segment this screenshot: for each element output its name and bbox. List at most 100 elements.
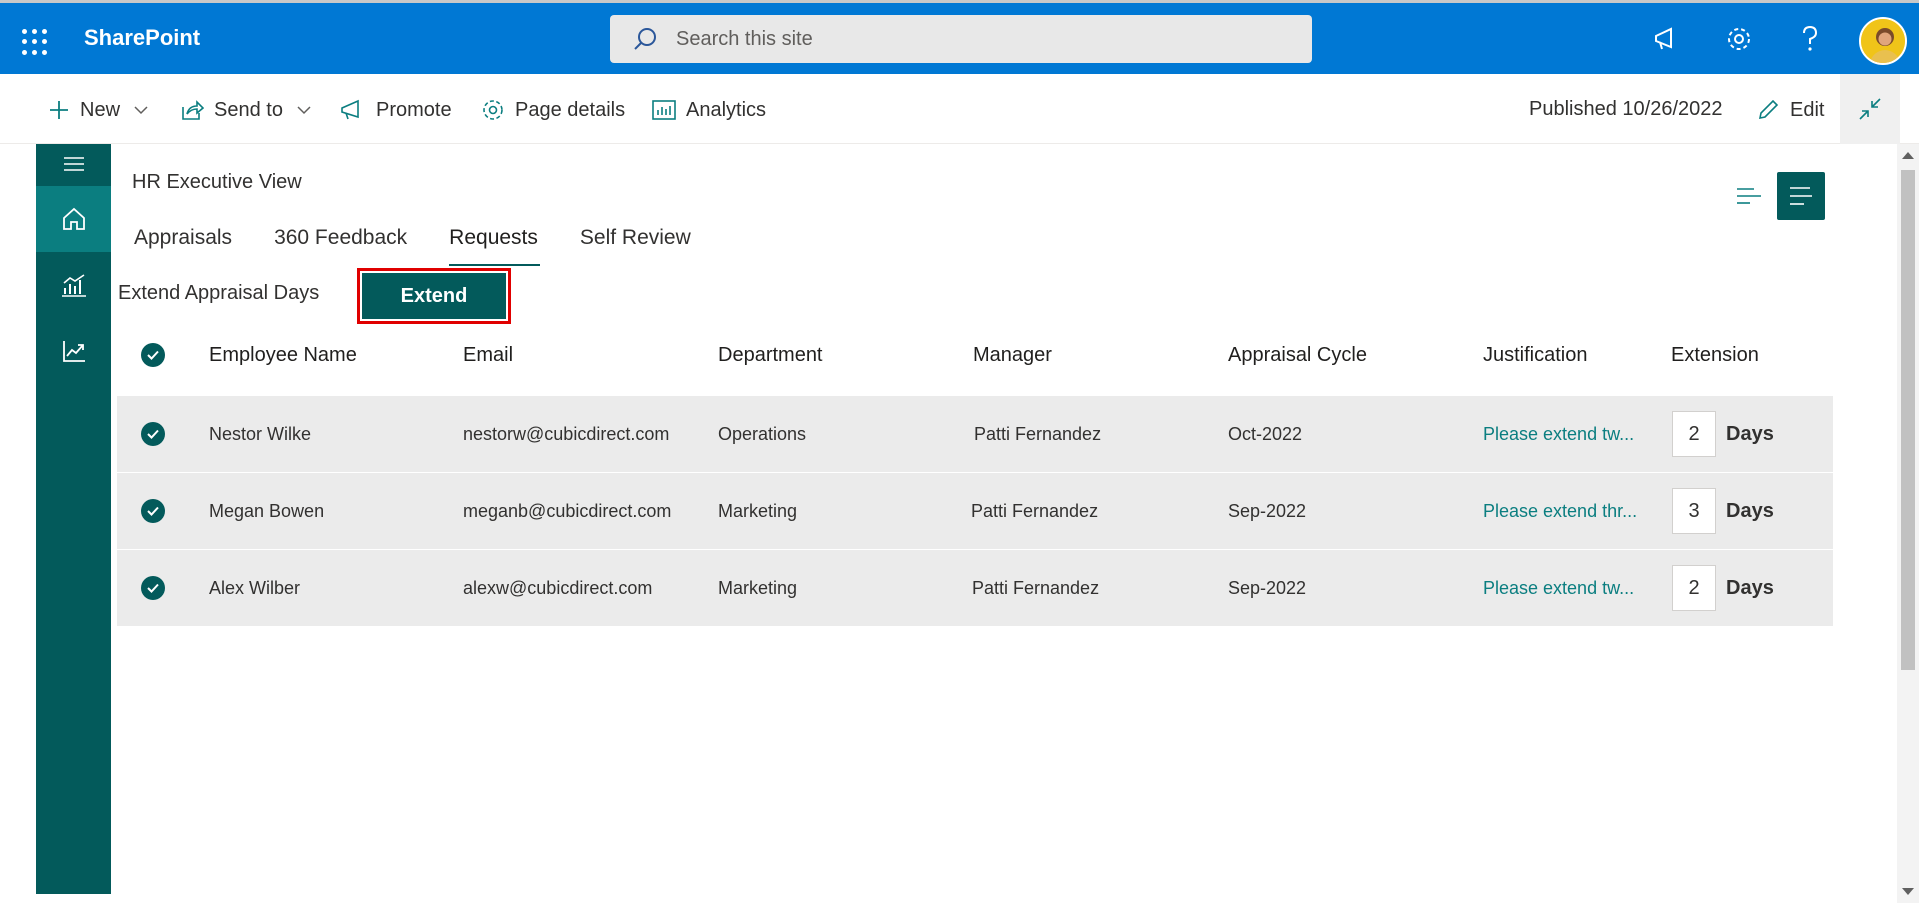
collapse-icon <box>1859 98 1881 120</box>
rail-menu-button[interactable] <box>36 144 111 184</box>
checkmark-icon <box>147 350 159 360</box>
gear-icon <box>483 100 503 120</box>
share-icon <box>182 100 204 120</box>
employee-manager: Patti Fernandez <box>971 500 1099 521</box>
page-details-button[interactable]: Page details <box>481 96 625 124</box>
employee-department: Marketing <box>718 500 798 521</box>
chevron-down-icon <box>134 106 148 115</box>
employee-department: Marketing <box>718 577 798 598</box>
extension-days-input[interactable] <box>1672 565 1716 611</box>
extend-button[interactable]: Extend <box>362 273 506 319</box>
user-avatar[interactable] <box>1859 17 1907 65</box>
appraisal-cycle: Sep-2022 <box>1228 577 1307 598</box>
table-row[interactable]: Megan Bowen meganb@cubicdirect.com Marke… <box>117 473 1833 550</box>
trend-line-icon <box>62 341 85 362</box>
table-row[interactable]: Alex Wilber alexw@cubicdirect.com Market… <box>117 550 1833 627</box>
home-icon <box>62 207 85 230</box>
tab-360-feedback[interactable]: 360 Feedback <box>274 226 407 266</box>
header-appraisal-cycle[interactable]: Appraisal Cycle <box>1228 344 1367 367</box>
table-row[interactable]: Nestor Wilke nestorw@cubicdirect.com Ope… <box>117 396 1833 473</box>
scroll-up-arrow-icon[interactable] <box>1902 152 1914 159</box>
days-unit-label: Days <box>1726 576 1774 599</box>
extension-days-input[interactable] <box>1672 488 1716 534</box>
megaphone-icon <box>341 99 359 120</box>
tab-requests[interactable]: Requests <box>449 226 540 266</box>
header-email[interactable]: Email <box>463 344 513 367</box>
new-label: New <box>80 98 121 121</box>
suite-bar: SharePoint <box>0 0 1919 74</box>
rail-analytics-button[interactable] <box>36 252 111 318</box>
rail-trends-button[interactable] <box>36 318 111 384</box>
row-checkbox[interactable] <box>141 576 165 600</box>
extend-button-highlight: Extend <box>357 268 511 324</box>
page-title: HR Executive View <box>132 171 302 193</box>
row-checkbox[interactable] <box>141 499 165 523</box>
chevron-down-icon <box>297 106 311 115</box>
align-left-icon <box>1737 188 1761 204</box>
settings-gear-icon[interactable] <box>1725 25 1753 58</box>
row-checkbox[interactable] <box>141 422 165 446</box>
tab-appraisals[interactable]: Appraisals <box>134 226 232 266</box>
employee-manager: Patti Fernandez <box>972 577 1100 598</box>
employee-email: nestorw@cubicdirect.com <box>463 423 670 444</box>
justification-link[interactable]: Please extend thr... <box>1483 501 1637 522</box>
checkmark-icon <box>147 429 159 439</box>
appraisal-cycle: Oct-2022 <box>1228 423 1303 444</box>
header-extension[interactable]: Extension <box>1671 344 1759 367</box>
employee-name: Nestor Wilke <box>209 423 312 444</box>
checkmark-icon <box>147 583 159 593</box>
justification-link[interactable]: Please extend tw... <box>1483 578 1634 599</box>
search-icon <box>634 28 656 50</box>
scroll-thumb[interactable] <box>1901 170 1915 670</box>
megaphone-icon[interactable] <box>1652 25 1680 58</box>
search-input[interactable] <box>676 27 1176 51</box>
employee-manager: Patti Fernandez <box>974 423 1102 444</box>
scroll-down-arrow-icon[interactable] <box>1902 888 1914 895</box>
rail-home-button[interactable] <box>36 186 111 252</box>
employee-department: Operations <box>718 423 807 444</box>
header-justification[interactable]: Justification <box>1483 344 1588 367</box>
promote-label: Promote <box>376 98 452 121</box>
employee-email: alexw@cubicdirect.com <box>463 577 653 598</box>
extend-appraisal-label: Extend Appraisal Days <box>118 282 320 304</box>
analytics-icon <box>652 100 676 120</box>
help-icon[interactable] <box>1800 25 1820 58</box>
employee-name: Megan Bowen <box>209 500 325 521</box>
tab-self-review[interactable]: Self Review <box>580 226 691 266</box>
align-justify-toggle[interactable] <box>1777 172 1825 220</box>
send-to-button[interactable]: Send to <box>180 96 311 124</box>
collapse-button[interactable] <box>1840 74 1900 144</box>
edit-button[interactable]: Edit <box>1756 96 1824 124</box>
appraisal-cycle: Sep-2022 <box>1228 500 1307 521</box>
plus-icon <box>50 101 68 119</box>
tab-list: Appraisals 360 Feedback Requests Self Re… <box>134 226 733 266</box>
left-rail <box>36 144 111 894</box>
analytics-label: Analytics <box>686 98 767 121</box>
layout-toggle-group <box>1735 172 1825 220</box>
checkmark-icon <box>147 506 159 516</box>
header-manager[interactable]: Manager <box>973 344 1052 367</box>
page-details-label: Page details <box>515 98 626 121</box>
header-employee-name[interactable]: Employee Name <box>209 344 357 367</box>
promote-button[interactable]: Promote <box>340 96 452 124</box>
edit-label: Edit <box>1790 98 1825 121</box>
header-department[interactable]: Department <box>718 344 823 367</box>
search-box[interactable] <box>610 15 1312 63</box>
vertical-scrollbar[interactable] <box>1897 144 1919 903</box>
employee-name: Alex Wilber <box>209 577 301 598</box>
extension-days-input[interactable] <box>1672 411 1716 457</box>
justification-link[interactable]: Please extend tw... <box>1483 424 1634 445</box>
send-to-label: Send to <box>214 98 283 121</box>
align-left-toggle[interactable] <box>1735 182 1763 210</box>
new-button[interactable]: New <box>48 96 148 124</box>
requests-table: Employee Name Email Department Manager A… <box>117 328 1833 627</box>
command-bar: New Send to Promote Page details Analyti… <box>0 74 1919 144</box>
menu-icon <box>63 157 84 171</box>
app-launcher-icon[interactable] <box>20 27 50 57</box>
bar-chart-icon <box>61 274 86 297</box>
days-unit-label: Days <box>1726 422 1774 445</box>
days-unit-label: Days <box>1726 499 1774 522</box>
select-all-checkbox[interactable] <box>141 343 165 367</box>
analytics-button[interactable]: Analytics <box>652 96 766 124</box>
brand-name[interactable]: SharePoint <box>84 25 200 51</box>
